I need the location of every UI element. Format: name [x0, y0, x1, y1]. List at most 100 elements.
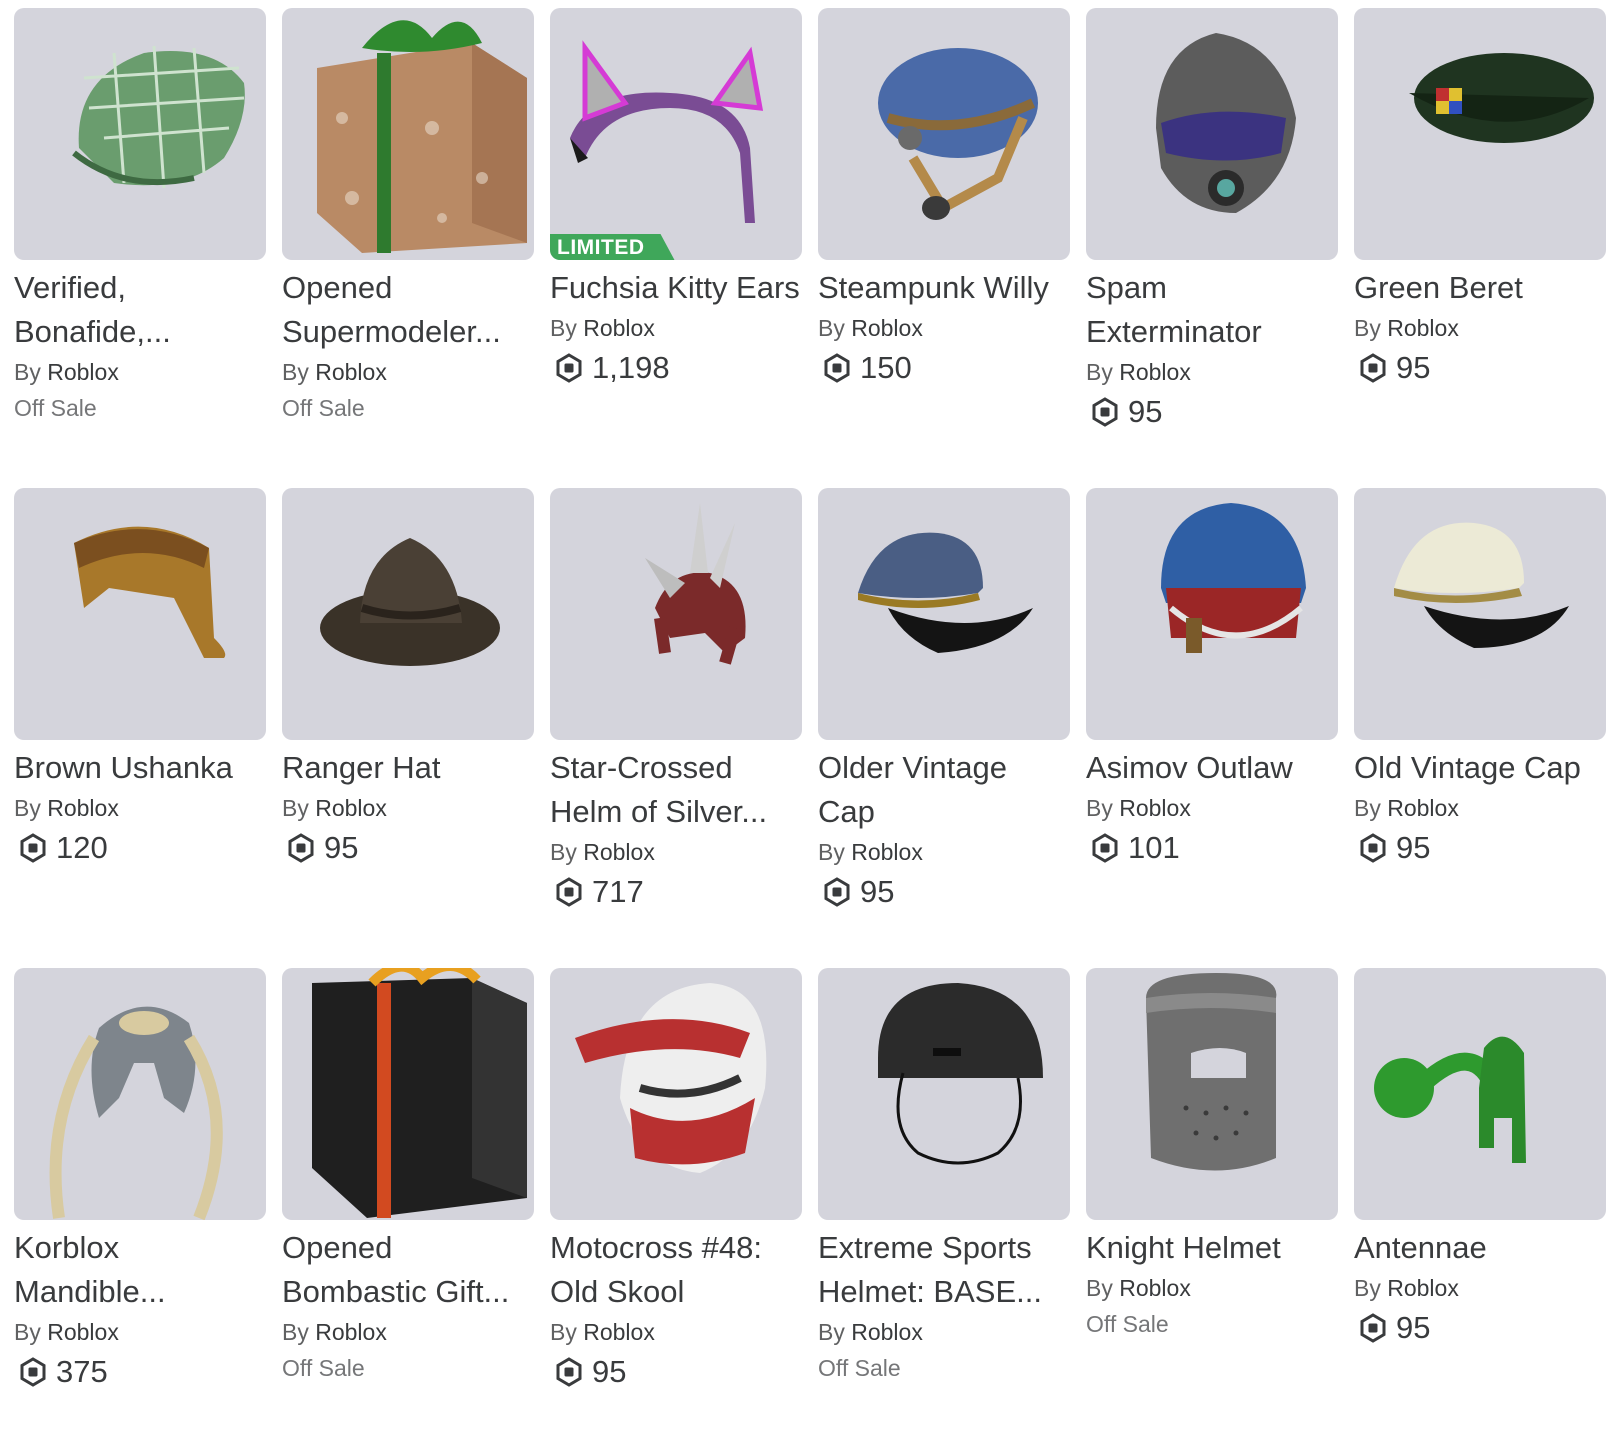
kitty-ears-icon — [570, 40, 764, 223]
item-thumbnail[interactable] — [1086, 8, 1338, 260]
catalog-grid: Verified, Bonafide,... By Roblox Off Sale O… — [14, 8, 1610, 1448]
robux-icon — [824, 877, 850, 907]
creator-link[interactable]: Roblox — [583, 839, 655, 865]
creator-link[interactable]: Roblox — [1387, 1275, 1459, 1301]
item-thumbnail[interactable] — [550, 968, 802, 1220]
item-name[interactable]: Verified, Bonafide,... — [14, 266, 266, 354]
item-thumbnail[interactable] — [282, 968, 534, 1220]
creator-prefix: By — [550, 1319, 577, 1345]
robux-icon — [20, 833, 46, 863]
creator-link[interactable]: Roblox — [851, 1319, 923, 1345]
creator-link[interactable]: Roblox — [1387, 795, 1459, 821]
catalog-item-card[interactable]: Old Vintage Cap By Roblox 95 — [1354, 488, 1606, 968]
item-name[interactable]: Antennae — [1354, 1226, 1606, 1270]
catalog-item-card[interactable]: Asimov Outlaw By Roblox 101 — [1086, 488, 1338, 968]
catalog-item-card[interactable]: Green Beret By Roblox 95 — [1354, 8, 1606, 488]
item-name[interactable]: Motocross #48: Old Skool — [550, 1226, 802, 1314]
catalog-item-card[interactable]: Ranger Hat By Roblox 95 — [282, 488, 534, 968]
creator-link[interactable]: Roblox — [315, 795, 387, 821]
creator-prefix: By — [14, 359, 41, 385]
item-name[interactable]: Older Vintage Cap — [818, 746, 1070, 834]
item-name[interactable]: Green Beret — [1354, 266, 1606, 310]
item-thumbnail[interactable] — [1086, 488, 1338, 740]
item-name[interactable]: Star-Crossed Helm of Silver... — [550, 746, 802, 834]
item-name[interactable]: Opened Supermodeler... — [282, 266, 534, 354]
item-thumbnail[interactable] — [282, 8, 534, 260]
item-thumbnail[interactable]: LIMITED — [550, 8, 802, 260]
catalog-item-card[interactable]: Steampunk Willy By Roblox 150 — [818, 8, 1070, 488]
creator-link[interactable]: Roblox — [315, 359, 387, 385]
item-price: 95 — [282, 826, 534, 870]
item-name[interactable]: Ranger Hat — [282, 746, 534, 790]
item-thumbnail[interactable] — [1354, 968, 1606, 1220]
item-price: 95 — [550, 1350, 802, 1394]
robux-icon — [1360, 1313, 1386, 1343]
item-thumbnail[interactable] — [550, 488, 802, 740]
item-creator: By Roblox — [1354, 312, 1606, 344]
item-name[interactable]: Korblox Mandible... — [14, 1226, 266, 1314]
brown-gift-box-icon — [317, 20, 527, 253]
item-name[interactable]: Fuchsia Kitty Ears — [550, 266, 802, 310]
creator-link[interactable]: Roblox — [1119, 795, 1191, 821]
off-sale-label: Off Sale — [818, 1355, 901, 1381]
creator-link[interactable]: Roblox — [1387, 315, 1459, 341]
creator-link[interactable]: Roblox — [47, 359, 119, 385]
creator-link[interactable]: Roblox — [851, 315, 923, 341]
creator-link[interactable]: Roblox — [315, 1319, 387, 1345]
item-name[interactable]: Old Vintage Cap — [1354, 746, 1606, 790]
off-sale-label: Off Sale — [14, 395, 97, 421]
item-name[interactable]: Steampunk Willy — [818, 266, 1070, 310]
item-thumbnail[interactable] — [818, 968, 1070, 1220]
item-price: 717 — [550, 870, 802, 914]
creator-link[interactable]: Roblox — [851, 839, 923, 865]
item-name[interactable]: Brown Ushanka — [14, 746, 266, 790]
item-thumbnail[interactable] — [1086, 968, 1338, 1220]
item-thumbnail[interactable] — [14, 8, 266, 260]
ranger-hat-icon — [320, 538, 500, 666]
catalog-item-card[interactable]: Knight Helmet By Roblox Off Sale — [1086, 968, 1338, 1448]
price-value: 150 — [860, 350, 912, 385]
item-price: 150 — [818, 346, 1070, 390]
item-name[interactable]: Extreme Sports Helmet: BASE... — [818, 1226, 1070, 1314]
item-creator: By Roblox — [1086, 1272, 1338, 1304]
item-creator: By Roblox — [550, 312, 802, 344]
catalog-item-card[interactable]: Opened Supermodeler... By Roblox Off Sale — [282, 8, 534, 488]
catalog-item-card[interactable]: Brown Ushanka By Roblox 120 — [14, 488, 266, 968]
white-cap-icon — [1394, 522, 1569, 648]
catalog-item-card[interactable]: Korblox Mandible... By Roblox 375 — [14, 968, 266, 1448]
price-value: 101 — [1128, 830, 1180, 865]
creator-link[interactable]: Roblox — [1119, 1275, 1191, 1301]
creator-link[interactable]: Roblox — [1119, 359, 1191, 385]
creator-link[interactable]: Roblox — [583, 315, 655, 341]
item-name[interactable]: Asimov Outlaw — [1086, 746, 1338, 790]
asimov-helmet-icon — [1161, 503, 1306, 653]
item-thumbnail[interactable] — [14, 488, 266, 740]
catalog-item-card[interactable]: LIMITED Fuchsia Kitty Ears By Roblox 1,198 — [550, 8, 802, 488]
item-name[interactable]: Opened Bombastic Gift... — [282, 1226, 534, 1314]
item-thumbnail[interactable] — [14, 968, 266, 1220]
item-name[interactable]: Spam Exterminator — [1086, 266, 1338, 354]
creator-prefix: By — [818, 315, 845, 341]
creator-prefix: By — [282, 359, 309, 385]
creator-link[interactable]: Roblox — [47, 1319, 119, 1345]
creator-prefix: By — [550, 315, 577, 341]
catalog-item-card[interactable]: Star-Crossed Helm of Silver... By Roblox … — [550, 488, 802, 968]
item-thumbnail[interactable] — [1354, 488, 1606, 740]
item-creator: By Roblox — [550, 836, 802, 868]
item-name[interactable]: Knight Helmet — [1086, 1226, 1338, 1270]
item-thumbnail[interactable] — [818, 8, 1070, 260]
catalog-item-card[interactable]: Motocross #48: Old Skool By Roblox 95 — [550, 968, 802, 1448]
catalog-item-card[interactable]: Opened Bombastic Gift... By Roblox Off Sal… — [282, 968, 534, 1448]
item-thumbnail[interactable] — [1354, 8, 1606, 260]
item-thumbnail[interactable] — [818, 488, 1070, 740]
price-value: 95 — [1128, 394, 1163, 429]
catalog-item-card[interactable]: Verified, Bonafide,... By Roblox Off Sale — [14, 8, 266, 488]
catalog-item-card[interactable]: Antennae By Roblox 95 — [1354, 968, 1606, 1448]
item-thumbnail[interactable] — [282, 488, 534, 740]
creator-link[interactable]: Roblox — [583, 1319, 655, 1345]
item-creator: By Roblox — [282, 356, 534, 388]
creator-link[interactable]: Roblox — [47, 795, 119, 821]
catalog-item-card[interactable]: Older Vintage Cap By Roblox 95 — [818, 488, 1070, 968]
catalog-item-card[interactable]: Spam Exterminator By Roblox 95 — [1086, 8, 1338, 488]
catalog-item-card[interactable]: Extreme Sports Helmet: BASE... By Roblox O… — [818, 968, 1070, 1448]
